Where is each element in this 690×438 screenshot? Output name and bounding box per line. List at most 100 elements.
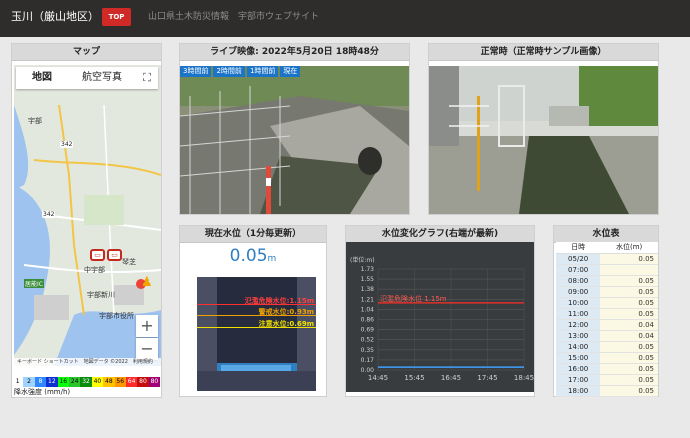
graph-canvas: 1.73 1.55 1.38 1.21 1.04 0.86 0.69 0.52 0.35 0.17…	[361, 266, 534, 382]
camera-marker-icon[interactable]: ▭	[90, 249, 105, 261]
rain-scale-label: 降水強度 (mm/h)	[12, 388, 160, 397]
row-level: 0.04	[600, 330, 658, 342]
y-tick-label: 0.52	[361, 337, 375, 344]
row-level: 0.05	[600, 352, 658, 364]
y-tick-label: 1.55	[361, 276, 375, 283]
warning-label: 警戒水位:0.93m	[258, 308, 314, 316]
y-tick-label: 1.04	[361, 306, 375, 313]
map-label: 宇部市役所	[99, 312, 134, 320]
level-graph: (単位:m) 1.73 1.55 1.38 1.21 1.04 0.86 0.69 0.52 0…	[346, 242, 534, 392]
rain-scale-cell: 80	[137, 377, 149, 387]
row-level: 0.05	[600, 363, 658, 375]
rain-scale-cell: 80	[148, 377, 161, 387]
col-time-header: 日時	[556, 242, 601, 254]
table-row: 07:00	[556, 264, 658, 276]
row-time: 13:00	[556, 330, 601, 342]
table-row: 08:00 0.05	[556, 275, 658, 287]
row-time: 14:00	[556, 341, 601, 353]
map-label: 宇部	[28, 117, 42, 125]
link-ube-city[interactable]: 宇部市ウェブサイト	[238, 9, 319, 22]
row-time: 05/20	[556, 253, 601, 265]
table-row: 16:00 0.05	[556, 363, 658, 375]
rain-scale-cell: 56	[114, 377, 126, 387]
zoom-out-button[interactable]: −	[136, 338, 158, 360]
row-level: 0.05	[600, 253, 658, 265]
tab-3-hours-ago[interactable]: 3時間前	[180, 66, 212, 77]
y-tick-label: 1.21	[361, 296, 375, 303]
table-row: 17:00 0.05	[556, 374, 658, 386]
rain-scale-cell: 8	[34, 377, 47, 387]
level-table: 日時 水位(m) 05/20 0.05 07:00 08:00 0.05 09:00 0.0…	[556, 242, 658, 397]
row-level: 0.05	[600, 341, 658, 353]
rain-scale-cell: 16	[57, 377, 69, 387]
table-row: 09:00 0.05	[556, 286, 658, 298]
map-type-tabs: 地図 航空写真 ⛶	[16, 67, 158, 89]
level-graph-title: 水位変化グラフ(右端が最新)	[346, 226, 534, 243]
map-label: 宇部新川	[87, 291, 115, 299]
table-row: 05/20 0.05	[556, 253, 658, 265]
camera-marker-icon[interactable]: ▭	[107, 249, 122, 261]
row-level: 0.05	[600, 385, 658, 397]
current-level-value: 0.05m	[180, 246, 326, 266]
x-tick-label: 18:45	[514, 374, 534, 382]
row-time: 11:00	[556, 308, 601, 320]
top-button[interactable]: TOP	[102, 8, 131, 26]
row-level: 0.05	[600, 286, 658, 298]
y-tick-label: 1.38	[361, 286, 375, 293]
x-tick-label: 17:45	[477, 374, 497, 382]
table-row: 10:00 0.05	[556, 297, 658, 309]
y-tick-label: 0.86	[361, 317, 375, 324]
table-row: 11:00 0.05	[556, 308, 658, 320]
map-label: 琴芝	[122, 258, 136, 266]
map-label: 居能IC	[24, 279, 44, 288]
row-time: 12:00	[556, 319, 601, 331]
top-bar: 玉川（厳山地区） TOP 山口県土木防災情報 宇部市ウェブサイト	[0, 0, 690, 37]
y-tick-label: 0.17	[361, 357, 375, 364]
row-level: 0.05	[600, 275, 658, 287]
tab-1-hour-ago[interactable]: 1時間前	[246, 66, 279, 77]
row-time: 17:00	[556, 374, 601, 386]
map-footer: キーボード ショートカット 地図データ ©2022 利用規約	[14, 358, 161, 366]
row-time: 07:00	[556, 264, 601, 276]
row-level: 0.04	[600, 319, 658, 331]
row-level	[600, 264, 658, 276]
normal-sample-title: 正常時（正常時サンプル画像）	[429, 44, 658, 61]
zoom-in-button[interactable]: +	[136, 315, 158, 337]
camera-time-tabs: 3時間前 2時間前 1時間前 現在	[180, 66, 301, 77]
x-tick-label: 16:45	[441, 374, 461, 382]
map-label: 342	[42, 211, 56, 218]
current-level-title: 現在水位（1分毎更新）	[180, 226, 326, 243]
y-tick-label: 0.69	[361, 327, 375, 334]
flood-threshold-label: 氾濫危険水位 1.15m	[380, 294, 447, 303]
tab-current[interactable]: 現在	[280, 66, 301, 77]
rain-scale-cell: 64	[125, 377, 138, 387]
x-tick-label: 15:45	[404, 374, 424, 382]
live-camera-image	[180, 66, 409, 214]
row-level: 0.05	[600, 374, 658, 386]
table-row: 12:00 0.04	[556, 319, 658, 331]
level-unit: m	[267, 254, 277, 264]
link-yamaguchi-disaster[interactable]: 山口県土木防災情報	[148, 9, 229, 22]
table-row: 15:00 0.05	[556, 352, 658, 364]
tab-2-hours-ago[interactable]: 2時間前	[213, 66, 245, 77]
rain-scale-cell: 24	[68, 377, 81, 387]
y-tick-label: 0.00	[361, 367, 375, 374]
table-row: 13:00 0.04	[556, 330, 658, 342]
flood-danger-label: 氾濫危険水位:1.15m	[244, 297, 314, 305]
rain-scale-cell: 40	[91, 377, 104, 387]
tab-satellite[interactable]: 航空写真	[68, 67, 136, 89]
normal-sample-image	[429, 66, 658, 214]
row-time: 15:00	[556, 352, 601, 364]
pegman-icon[interactable]: ♟	[141, 275, 153, 293]
rain-intensity-scale: 1 2 8 12 16 24 32 40 48 56 64 80 80	[12, 377, 161, 387]
rain-scale-cell: 2	[23, 377, 35, 387]
level-table-title: 水位表	[554, 226, 658, 243]
fullscreen-icon[interactable]: ⛶	[140, 71, 154, 85]
map-view[interactable]: 地図 航空写真 ⛶ 宇部 342 342 中宇部 宇部新川 宇部市役所 琴芝 居…	[14, 65, 161, 366]
tab-map[interactable]: 地図	[16, 67, 68, 89]
rain-scale-cell: 12	[46, 377, 58, 387]
row-time: 09:00	[556, 286, 601, 298]
table-row: 18:00 0.05	[556, 385, 658, 397]
x-tick-label: 14:45	[368, 374, 388, 382]
map-label: 中宇部	[84, 266, 105, 274]
